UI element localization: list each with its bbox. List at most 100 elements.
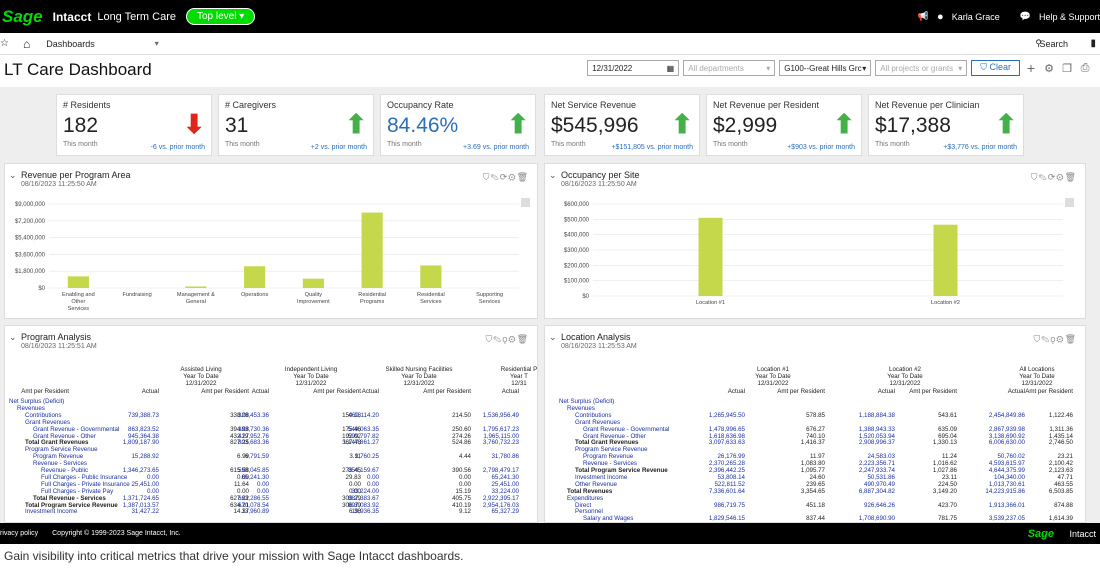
kpi-comparison-link[interactable]: +2 vs. prior month (311, 144, 367, 151)
entity-level-button[interactable]: Top level ▾ (186, 8, 256, 25)
row-label[interactable]: Investment Income (25, 508, 77, 515)
gear-icon[interactable]: ⚙ (1042, 62, 1056, 75)
cell-value[interactable]: 1,147,861.27 (319, 439, 379, 446)
column-header: Assisted Living (180, 366, 222, 373)
entity-level-label: Top level (197, 11, 237, 22)
footer: rivacy policy Copyright © 1999-2023 Sage… (0, 523, 1100, 544)
calendar-icon[interactable]: ▦ (667, 64, 675, 73)
export-icon[interactable] (521, 198, 530, 207)
bar[interactable] (67, 276, 89, 288)
collapse-chevron-icon[interactable]: ⌄ (549, 332, 557, 343)
projects-select[interactable]: All projects or grants ▾ (875, 60, 968, 76)
clear-filters-button[interactable]: ⛉ Clear (971, 60, 1020, 76)
kpi-comparison-link[interactable]: +$903 vs. prior month (787, 144, 855, 151)
column-header: 12/31/2022 (757, 380, 789, 387)
cell-value: 423.70 (938, 501, 957, 509)
cell-value[interactable]: 3,760,732.23 (459, 439, 519, 446)
bar[interactable] (302, 278, 324, 288)
sage-logo[interactable]: Sage (2, 7, 43, 27)
cell-value[interactable]: 65,327.29 (459, 508, 519, 515)
kpi-period: This month (551, 141, 586, 148)
cell-value[interactable]: 31,427.22 (99, 508, 159, 515)
kpi-comparison-link[interactable]: +$151,805 vs. prior month (611, 144, 693, 151)
cell-value[interactable]: 328,453.36 (209, 412, 269, 419)
cell-value[interactable]: 986,719.75 (685, 502, 745, 509)
bookmark-icon[interactable]: ▮ (1090, 38, 1096, 49)
kpi-card[interactable]: Net Revenue per Resident $2,999 This month… (706, 94, 862, 156)
y-tick-label: $0 (582, 294, 589, 300)
cell-value[interactable]: 6,791.59 (209, 453, 269, 460)
home-icon[interactable]: ⌂ (23, 37, 30, 51)
cell-value[interactable]: 6,887,304.82 (835, 488, 895, 495)
panel-toolbar[interactable]: ⛉✎⚲⚙🗑 (486, 334, 529, 345)
help-link[interactable]: Help & Support (1039, 12, 1100, 22)
cell-value: 3,149.20 (932, 487, 957, 495)
cell-value: 1,614.39 (1048, 515, 1073, 523)
cell-value[interactable]: 1,536,956.49 (459, 412, 519, 419)
x-tick-label: Enabling and Other Services (62, 292, 95, 312)
cell-value[interactable]: 469,114.20 (319, 412, 379, 419)
bar[interactable] (933, 224, 958, 296)
cell-value[interactable]: 15,288.92 (99, 453, 159, 460)
cell-value[interactable]: 1,809,187.90 (99, 439, 159, 446)
kpi-card[interactable]: Occupancy Rate 84.46% This month +3.69 vs. … (380, 94, 536, 156)
cell-value: 543.61 (938, 411, 957, 419)
megaphone-icon[interactable]: 📢 (918, 11, 929, 22)
cell-value[interactable]: 19,936.35 (319, 508, 379, 515)
cell-value[interactable]: 7,336,601.64 (685, 488, 745, 495)
cell-value[interactable]: 1,265,945.50 (685, 412, 745, 419)
privacy-link[interactable]: rivacy policy (0, 530, 38, 537)
kpi-card[interactable]: Net Revenue per Clinician $17,388 This mon… (868, 94, 1024, 156)
location-select[interactable]: G100--Great Hills Grc ▾ (779, 60, 872, 76)
print-icon[interactable]: ⎙ (1078, 62, 1092, 75)
bar[interactable] (698, 217, 723, 296)
kpi-value: $2,999 (713, 114, 778, 137)
cell-value[interactable]: 2,908,996.37 (835, 439, 895, 446)
cell-value[interactable]: 31,780.86 (459, 453, 519, 460)
kpi-comparison-link[interactable]: +3.69 vs. prior month (463, 144, 529, 151)
kpi-period: This month (713, 141, 748, 148)
cell-value[interactable]: 13,960.89 (209, 508, 269, 515)
bar[interactable] (361, 212, 383, 288)
cell-value[interactable]: 1,188,884.38 (835, 412, 895, 419)
date-field[interactable]: 12/31/2022 ▦ (587, 60, 680, 76)
x-tick-label: Operations (241, 292, 269, 298)
company-name[interactable]: Long Term Care (97, 11, 176, 23)
dashboard-area: # Residents 182 This month -6 vs. prior mon… (0, 87, 1100, 523)
row-label[interactable]: Salary and Wages (583, 515, 633, 522)
y-tick-label: $9,000,000 (15, 202, 46, 208)
star-icon[interactable]: ☆ (0, 38, 9, 49)
dashboards-menu[interactable]: Dashboards (46, 39, 95, 49)
kpi-card[interactable]: # Residents 182 This month -6 vs. prior mon… (56, 94, 212, 156)
kpi-card[interactable]: # Caregivers 31 This month +2 vs. prior mon… (218, 94, 374, 156)
search-link[interactable]: Search (1039, 39, 1068, 49)
cell-value[interactable]: 803,683.36 (209, 439, 269, 446)
add-icon[interactable]: + (1024, 60, 1038, 76)
collapse-chevron-icon[interactable]: ⌄ (9, 332, 17, 343)
bar[interactable] (185, 286, 207, 288)
chat-icon[interactable]: 💬 (1020, 11, 1031, 22)
chevron-down-icon[interactable]: ▾ (155, 39, 159, 48)
panel-toolbar[interactable]: ⛉✎⚲⚙🗑 (1034, 334, 1077, 345)
column-header: Location #2 (889, 366, 921, 373)
user-icon[interactable]: ● (937, 11, 944, 23)
cell-value[interactable]: 1,708,690.90 (835, 515, 895, 522)
cell-value[interactable]: 1,829,546.15 (685, 515, 745, 522)
bar[interactable] (244, 266, 266, 288)
cell-value[interactable]: 9,760.25 (319, 453, 379, 460)
bar[interactable] (420, 265, 442, 288)
cell-value[interactable]: 739,388.73 (99, 412, 159, 419)
copy-icon[interactable]: ❐ (1060, 62, 1074, 75)
column-header: 12/31/2022 (1021, 380, 1053, 387)
cell-value[interactable]: 926,646.26 (835, 502, 895, 509)
cell-value[interactable]: 3,097,633.63 (685, 439, 745, 446)
cell-value: 578.85 (806, 411, 825, 419)
kpi-comparison-link[interactable]: -6 vs. prior month (151, 144, 205, 151)
kpi-period: This month (387, 141, 422, 148)
kpi-card[interactable]: Net Service Revenue $545,996 This month +$1… (544, 94, 700, 156)
departments-select[interactable]: All departments ▾ (683, 60, 776, 76)
export-icon[interactable] (1065, 198, 1074, 207)
caption: Gain visibility into critical metrics th… (4, 549, 464, 563)
kpi-comparison-link[interactable]: +$3,776 vs. prior month (943, 144, 1017, 151)
user-name[interactable]: Karla Grace (952, 12, 1000, 22)
